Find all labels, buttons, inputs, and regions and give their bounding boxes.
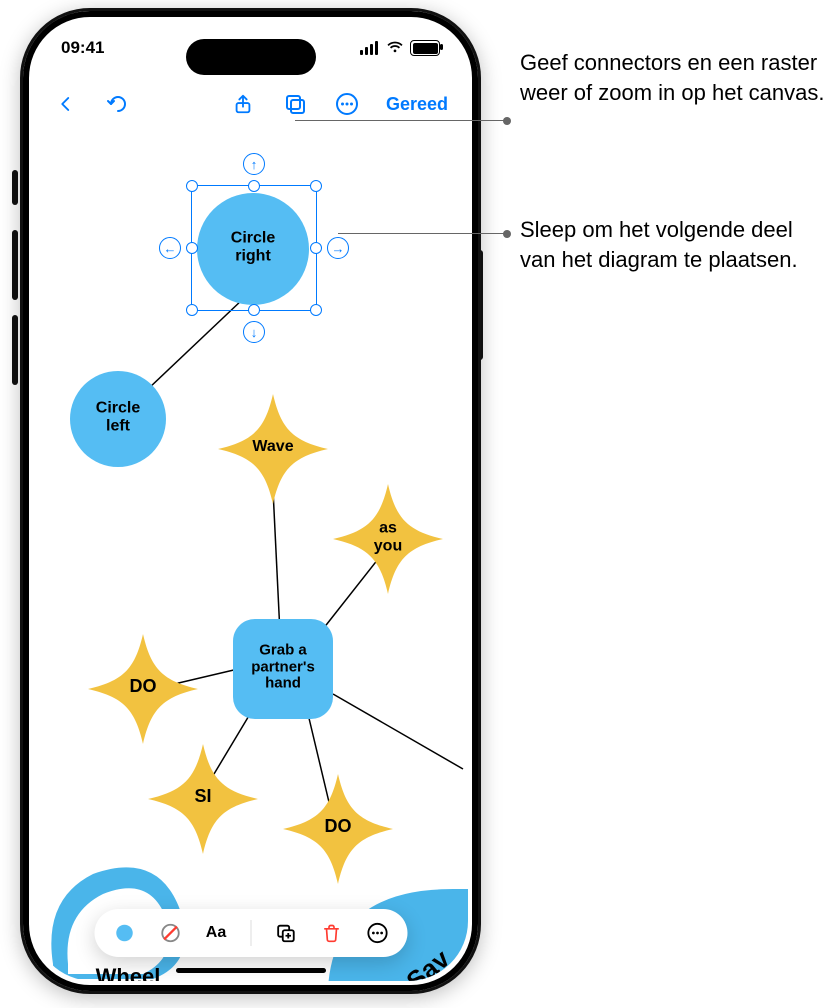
callout-canvas-controls: Geef connectors en een raster weer of zo… xyxy=(520,48,830,107)
node-as-you[interactable] xyxy=(333,484,443,594)
battery-icon xyxy=(410,40,440,56)
done-button[interactable]: Gereed xyxy=(386,94,448,115)
fill-color-button[interactable] xyxy=(112,921,136,945)
top-toolbar: Gereed xyxy=(33,81,468,127)
more-format-button[interactable] xyxy=(365,921,389,945)
dynamic-island xyxy=(186,39,316,75)
status-time: 09:41 xyxy=(61,38,104,58)
selection-box[interactable]: ↑ ↓ ← → xyxy=(191,185,317,311)
connector-handle-right[interactable]: → xyxy=(327,237,349,259)
node-si[interactable] xyxy=(148,744,258,854)
more-button[interactable] xyxy=(334,91,360,117)
volume-up-button xyxy=(12,230,18,300)
duplicate-button[interactable] xyxy=(273,921,297,945)
wifi-icon xyxy=(386,41,404,55)
no-stroke-button[interactable] xyxy=(158,921,182,945)
delete-button[interactable] xyxy=(319,921,343,945)
shape-format-toolbar: Aa xyxy=(94,909,407,957)
node-do-bottom[interactable] xyxy=(283,774,393,884)
callout-drag-handle: Sleep om het volgende deel van het diagr… xyxy=(520,215,830,274)
screen: 09:41 xyxy=(33,21,468,981)
diagram-canvas[interactable]: Circle right Circle left Wave as you Gra… xyxy=(33,127,468,981)
node-circle-left[interactable] xyxy=(70,371,166,467)
text-style-button[interactable]: Aa xyxy=(204,921,228,945)
connector-handle-left[interactable]: ← xyxy=(159,237,181,259)
connector-handle-top[interactable]: ↑ xyxy=(243,153,265,175)
leader-drag-handle xyxy=(338,233,510,234)
back-button[interactable] xyxy=(53,91,79,117)
share-button[interactable] xyxy=(230,91,256,117)
connector-handle-bottom[interactable]: ↓ xyxy=(243,321,265,343)
canvas-options-button[interactable] xyxy=(282,91,308,117)
switch-silence xyxy=(12,170,18,205)
undo-button[interactable] xyxy=(105,91,131,117)
connectors xyxy=(148,299,463,819)
annotated-screenshot: 09:41 xyxy=(0,0,838,1008)
node-do-left[interactable] xyxy=(88,634,198,744)
volume-down-button xyxy=(12,315,18,385)
node-grab[interactable] xyxy=(233,619,333,719)
node-wave[interactable] xyxy=(218,394,328,504)
separator xyxy=(250,920,251,946)
iphone-device-frame: 09:41 xyxy=(20,8,481,994)
cellular-signal-icon xyxy=(360,41,380,55)
home-indicator xyxy=(176,968,326,973)
